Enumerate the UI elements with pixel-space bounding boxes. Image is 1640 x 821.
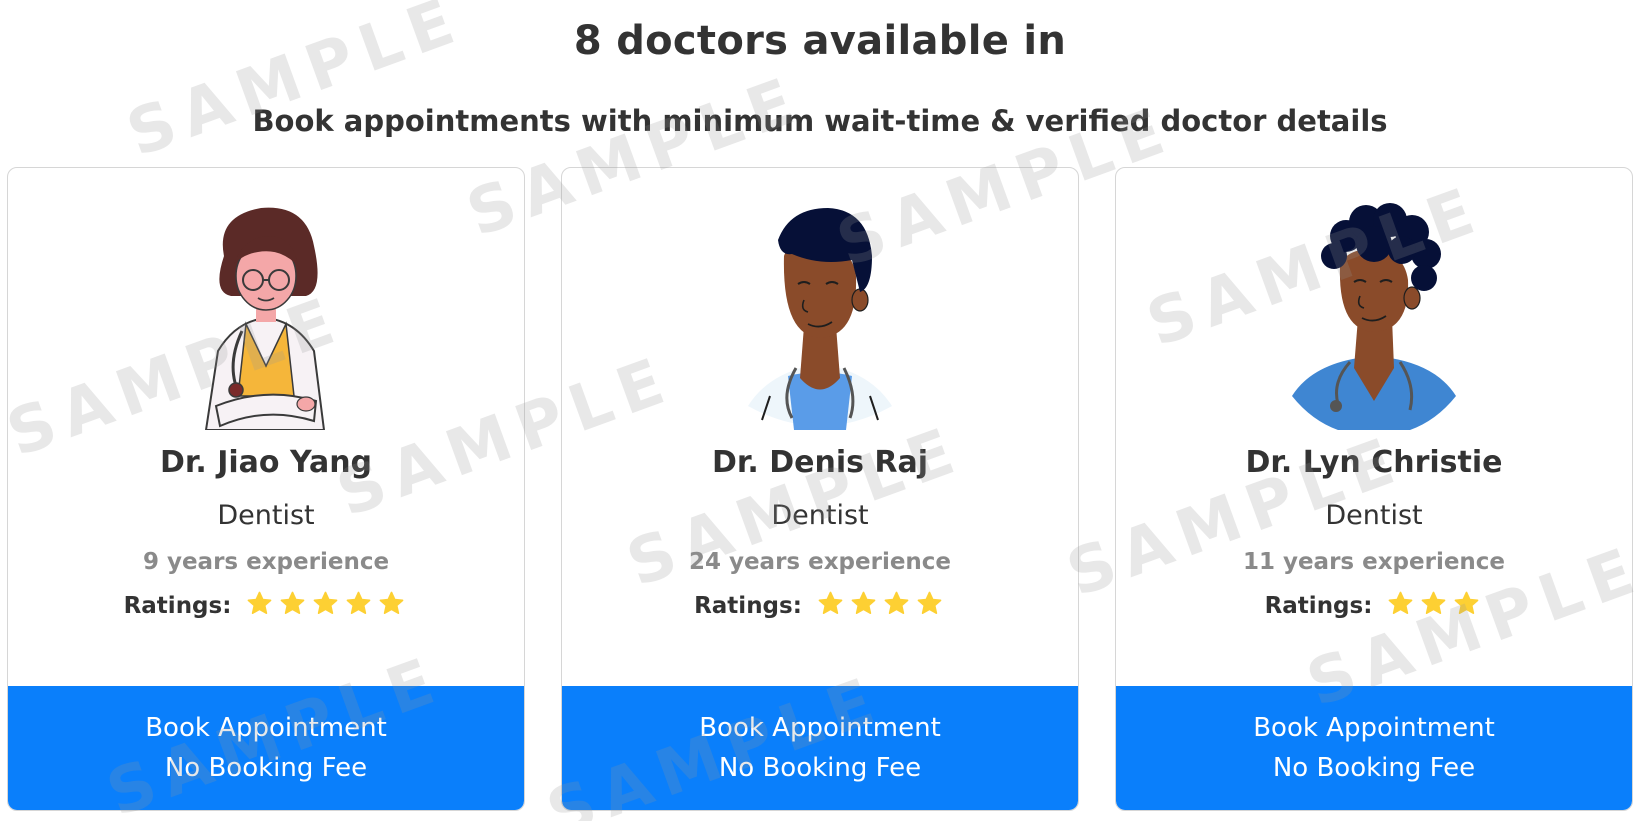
star-icon: [345, 590, 372, 617]
doctor-name: Dr. Lyn Christie: [1245, 445, 1503, 480]
button-label: Book Appointment: [699, 713, 941, 743]
rating-row: Ratings:: [1116, 590, 1632, 621]
ratings-label: Ratings:: [1264, 592, 1373, 619]
doctor-listing-page: 8 doctors available in Book appointments…: [0, 0, 1640, 821]
ratings-label: Ratings:: [123, 592, 232, 619]
star-icon: [246, 590, 273, 617]
star-icon: [1387, 590, 1414, 617]
rating-row: Ratings:: [8, 590, 524, 621]
star-icon: [378, 590, 405, 617]
doctor-experience: 11 years experience: [1242, 549, 1506, 575]
doctor-card: Dr. Denis Raj Dentist 24 years experienc…: [561, 167, 1079, 811]
page-subtitle: Book appointments with minimum wait-time…: [252, 104, 1388, 138]
page-title: 8 doctors available in: [573, 18, 1067, 64]
star-icon: [883, 590, 910, 617]
button-label: Book Appointment: [1253, 713, 1495, 743]
star-icon: [1453, 590, 1480, 617]
doctor-specialty: Dentist: [1325, 500, 1423, 531]
book-appointment-button[interactable]: Book Appointment No Booking Fee: [1116, 686, 1632, 810]
doctor-card: Dr. Lyn Christie Dentist 11 years experi…: [1115, 167, 1633, 811]
star-icon: [312, 590, 339, 617]
doctor-experience: 9 years experience: [142, 549, 390, 575]
doctor-name: Dr. Jiao Yang: [159, 445, 373, 480]
doctor-specialty: Dentist: [217, 500, 315, 531]
book-appointment-button[interactable]: Book Appointment No Booking Fee: [8, 686, 524, 810]
button-label: Book Appointment: [145, 713, 387, 743]
star-icon: [1420, 590, 1447, 617]
book-appointment-button[interactable]: Book Appointment No Booking Fee: [562, 686, 1078, 810]
button-sublabel: No Booking Fee: [1272, 753, 1476, 783]
star-icon: [817, 590, 844, 617]
female-doctor-avatar: [146, 196, 386, 430]
doctor-name: Dr. Denis Raj: [711, 445, 929, 480]
button-sublabel: No Booking Fee: [718, 753, 922, 783]
male-doctor-avatar: [700, 196, 940, 430]
doctor-experience: 24 years experience: [688, 549, 952, 575]
star-icon: [279, 590, 306, 617]
ratings-label: Ratings:: [694, 592, 802, 619]
star-rating: [243, 590, 408, 621]
rating-row: Ratings:: [562, 590, 1078, 621]
button-sublabel: No Booking Fee: [164, 753, 368, 783]
star-icon: [916, 590, 943, 617]
doctor-card: Dr. Jiao Yang Dentist 9 years experience…: [7, 167, 525, 811]
star-icon: [850, 590, 877, 617]
star-rating: [1384, 590, 1483, 621]
doctor-specialty: Dentist: [771, 500, 869, 531]
star-rating: [814, 590, 946, 621]
doctor-card-list: Dr. Jiao Yang Dentist 9 years experience…: [7, 167, 1633, 811]
curly-hair-doctor-avatar: [1254, 196, 1494, 430]
